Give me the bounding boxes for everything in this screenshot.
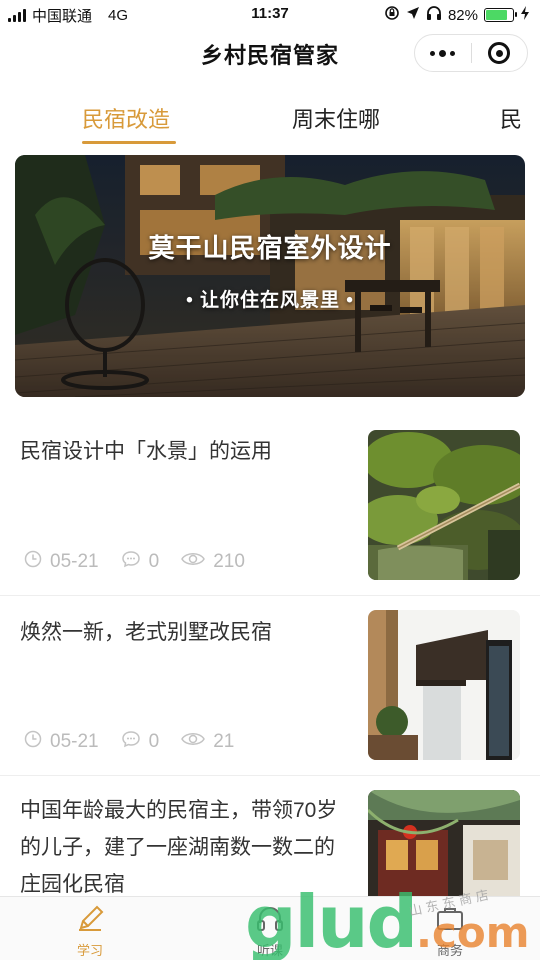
- tabbar-label: 学习: [76, 943, 103, 958]
- article-thumbnail: [368, 430, 520, 580]
- battery-icon: [484, 8, 517, 22]
- mini-program-capsule: [414, 34, 528, 72]
- banner-image: [15, 155, 525, 397]
- article-date: 05-21: [50, 731, 99, 752]
- article-views: 210: [213, 551, 245, 572]
- eye-icon: [181, 731, 206, 753]
- banner-subtitle: • 让你住在风景里 •: [186, 290, 354, 311]
- tab-weekend-stay[interactable]: 周末住哪: [292, 102, 380, 134]
- eye-icon: [181, 551, 206, 573]
- close-mini-program-button[interactable]: [472, 35, 528, 71]
- article-item[interactable]: 焕然一新，老式别墅改民宿 05-21 0 21: [0, 596, 540, 776]
- featured-banner[interactable]: 莫干山民宿室外设计 • 让你住在风景里 •: [15, 155, 525, 397]
- pencil-icon: [73, 905, 107, 937]
- tab-partial[interactable]: 民: [500, 102, 522, 134]
- status-right: 82%: [384, 5, 530, 25]
- clock-icon: [24, 730, 42, 754]
- watermark-text: glud: [245, 880, 418, 960]
- article-title: 民宿设计中「水景」的运用: [20, 440, 272, 463]
- clock-icon: [24, 550, 42, 574]
- article-item[interactable]: 中国年龄最大的民宿主，带领70岁的儿子，建了一座湖南数一数二的庄园化民宿: [0, 776, 540, 896]
- location-icon: [406, 6, 420, 24]
- more-button[interactable]: [415, 35, 471, 71]
- article-thumbnail: [368, 610, 520, 760]
- target-icon: [488, 42, 511, 64]
- nav-bar: 乡村民宿管家: [0, 28, 540, 80]
- article-title: 焕然一新，老式别墅改民宿: [20, 621, 272, 644]
- article-item[interactable]: 民宿设计中「水景」的运用 05-21 0 210: [0, 415, 540, 596]
- status-bar: 中国联通 4G 11:37 82%: [0, 0, 540, 28]
- article-meta: 05-21 0 210: [24, 550, 267, 574]
- comment-icon: [121, 730, 141, 754]
- banner-title: 莫干山民宿室外设计: [148, 233, 392, 263]
- active-tab-indicator: [82, 141, 176, 144]
- headphones-status-icon: [426, 5, 442, 25]
- article-views: 21: [213, 731, 235, 752]
- watermark-suffix: .com: [416, 908, 530, 957]
- battery-percent: 82%: [447, 6, 478, 24]
- rotation-lock-icon: [384, 5, 400, 25]
- article-date: 05-21: [50, 551, 99, 572]
- category-tabs: 民宿改造 周末住哪 民: [0, 96, 540, 146]
- tabbar-item-study[interactable]: 学习: [40, 903, 140, 959]
- article-comments: 0: [148, 551, 160, 572]
- charging-icon: [520, 6, 530, 24]
- article-comments: 0: [148, 731, 160, 752]
- tab-minsu-renovation[interactable]: 民宿改造: [82, 102, 170, 134]
- more-dots-icon: [430, 49, 456, 57]
- comment-icon: [121, 550, 141, 574]
- article-meta: 05-21 0 21: [24, 730, 256, 754]
